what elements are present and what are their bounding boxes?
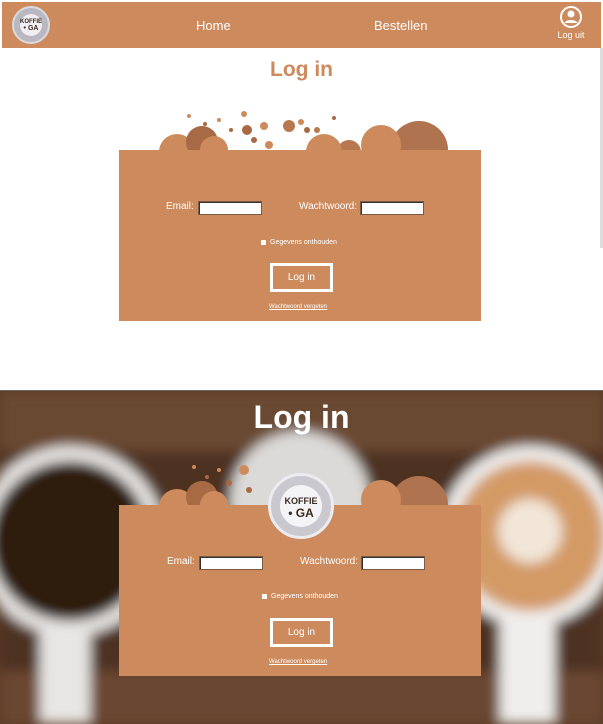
password-field[interactable] [360,201,424,215]
page-title: Log in [270,58,333,81]
email-field[interactable] [198,201,262,215]
password-label: Wachtwoord: [299,201,357,212]
nav-link-bestellen[interactable]: Bestellen [374,18,427,33]
password-label: Wachtwoord: [300,556,358,567]
remember-me[interactable]: Gegevens onthouden [261,239,337,246]
logout-button[interactable]: Log uit [551,5,591,40]
forgot-password-link[interactable]: Wachtwoord vergeten [269,659,327,665]
remember-label: Gegevens onthouden [270,239,337,246]
logo-text-line2: • GA [23,25,39,32]
navbar: KOFFIE • GA Home Bestellen Log uit [2,2,601,48]
login-card: Email: Wachtwoord: Gegevens onthouden Lo… [119,150,481,321]
koffie-ga-logo[interactable]: KOFFIE • GA [12,6,50,44]
remember-me[interactable]: Gegevens onthouden [262,593,338,600]
logo-text-line1: KOFFIE [284,496,318,506]
page-title-overlay: Log in [253,399,350,435]
login-button[interactable]: Log in [270,263,333,292]
forgot-password-link[interactable]: Wachtwoord vergeten [269,304,327,310]
remember-checkbox[interactable] [262,593,267,599]
password-field[interactable] [361,556,425,570]
logout-label: Log uit [557,30,585,40]
koffie-ga-logo-large: KOFFIE • GA [268,473,334,539]
remember-label: Gegevens onthouden [271,593,338,600]
email-label: Email: [166,201,194,212]
user-icon [560,6,582,28]
remember-checkbox[interactable] [261,239,266,245]
coffee-bubbles-decoration [159,111,448,155]
email-label: Email: [167,556,195,567]
nav-link-home[interactable]: Home [196,18,231,33]
logo-text-line2: • GA [288,506,314,520]
email-field[interactable] [199,556,263,570]
login-button[interactable]: Log in [270,618,333,647]
